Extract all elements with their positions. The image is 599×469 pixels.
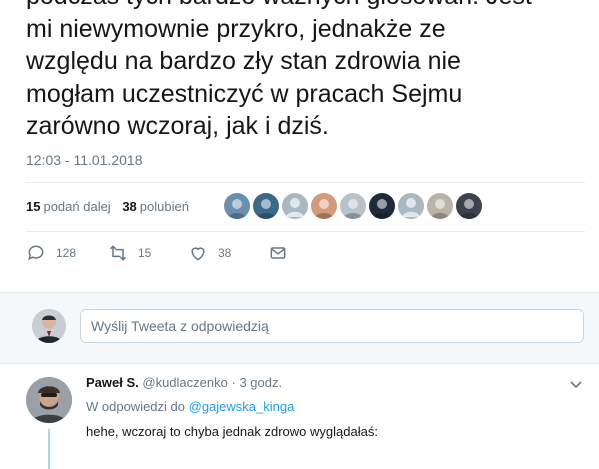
tweet-text-line: podczas tych bardzo ważnych głosowań. Je… <box>26 0 586 13</box>
tweet-text-line: mogłam uczestniczyć w pracach Sejmu <box>26 79 463 108</box>
likes-stat[interactable]: 38 polubień <box>122 199 189 214</box>
reply-icon <box>28 245 44 261</box>
current-user-avatar[interactable] <box>32 309 66 343</box>
divider <box>26 231 585 232</box>
reply-count: 128 <box>56 246 77 260</box>
in-reply-label: W odpowiedzi do <box>86 399 185 414</box>
retweet-count: 15 <box>138 246 152 260</box>
avatar-portrait-icon <box>26 377 72 423</box>
reply-action[interactable]: 128 <box>26 243 76 263</box>
message-action[interactable] <box>268 243 288 263</box>
reply-input[interactable]: Wyślij Tweeta z odpowiedzią <box>80 309 584 343</box>
reply-tweet[interactable]: Paweł S. @kudlaczenko · 3 godz. W odpowi… <box>0 363 599 469</box>
tweet-text-line: mi niewymownie przykro, jednakże ze <box>26 14 446 43</box>
divider <box>26 182 585 183</box>
thread-line <box>48 429 50 469</box>
avatar-portrait-icon <box>32 309 66 343</box>
retweets-count: 15 <box>26 199 41 214</box>
tweet-timestamp[interactable]: 12:03 - 11.01.2018 <box>26 152 143 168</box>
tweet-text-line: względu na bardzo zły stan zdrowia nie <box>26 47 461 75</box>
tweet-text-line: zarówno wczoraj, jak i dziś. <box>26 112 329 140</box>
liker-avatars <box>224 193 485 219</box>
retweets-stat[interactable]: 15 podań dalej <box>26 199 111 214</box>
like-count: 38 <box>218 246 232 260</box>
retweet-action[interactable]: 15 <box>108 243 151 263</box>
in-reply-handle-link[interactable]: @gajewska_kinga <box>189 399 295 414</box>
reply-author-avatar[interactable] <box>26 377 72 423</box>
tweet-actions: 128 15 38 <box>26 243 326 267</box>
reply-separator: · <box>231 375 236 390</box>
avatar-woman-icon[interactable] <box>311 193 337 219</box>
in-reply-to: W odpowiedzi do @gajewska_kinga <box>86 399 294 414</box>
avatar-crown-icon[interactable] <box>369 193 395 219</box>
chevron-down-icon[interactable] <box>569 377 583 391</box>
like-action[interactable]: 38 <box>188 243 231 263</box>
retweet-icon <box>109 245 127 261</box>
avatar-woman-2-icon[interactable] <box>427 193 453 219</box>
reply-composer: Wyślij Tweeta z odpowiedzią <box>0 292 599 364</box>
heart-icon <box>191 247 205 261</box>
retweets-label: podań dalej <box>43 199 111 214</box>
reply-time[interactable]: 3 godz. <box>239 375 282 390</box>
avatar-emblem-icon[interactable] <box>340 193 366 219</box>
tweet-stats: 15 podań dalej 38 polubień <box>26 199 197 214</box>
avatar-man-glasses-icon[interactable] <box>253 193 279 219</box>
reply-header: Paweł S. @kudlaczenko · 3 godz. <box>86 375 282 390</box>
avatar-default-icon[interactable] <box>282 193 308 219</box>
avatar-man-suit-icon[interactable] <box>456 193 482 219</box>
avatar-boat-icon[interactable] <box>224 193 250 219</box>
reply-author-name[interactable]: Paweł S. <box>86 375 139 390</box>
likes-count: 38 <box>122 199 137 214</box>
envelope-icon <box>270 247 286 259</box>
likes-label: polubień <box>139 199 189 214</box>
reply-text: hehe, wczoraj to chyba jednak zdrowo wyg… <box>86 424 378 439</box>
tweet-text: podczas tych bardzo ważnych głosowań. Je… <box>26 0 586 143</box>
avatar-default-icon[interactable] <box>398 193 424 219</box>
reply-author-handle[interactable]: @kudlaczenko <box>142 375 227 390</box>
